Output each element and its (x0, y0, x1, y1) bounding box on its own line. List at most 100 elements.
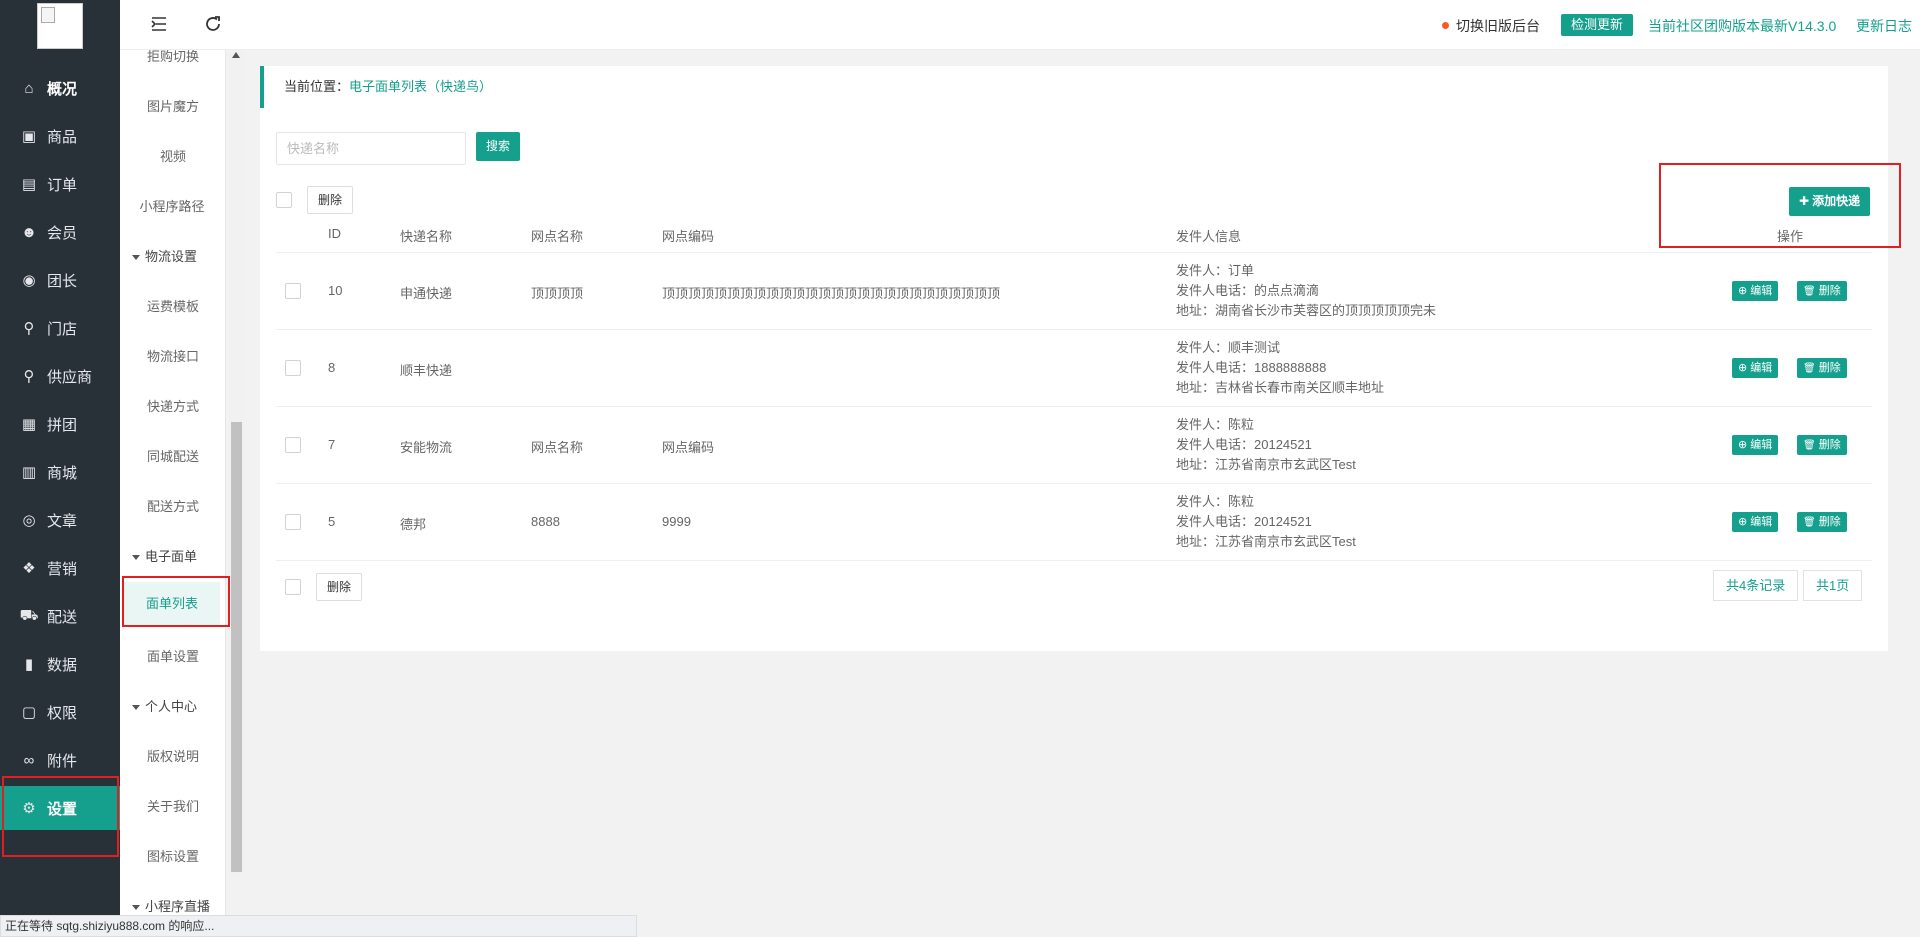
submenu-item[interactable]: 面单设置 (120, 646, 225, 665)
sidebar-item-label: 商城 (47, 464, 78, 482)
group-buy-icon: ▦ (21, 416, 37, 433)
switch-old-admin-link[interactable]: 切换旧版后台 (1442, 16, 1540, 36)
edit-button[interactable]: ⊕ 编辑 (1732, 358, 1779, 378)
submenu-item[interactable]: 小程序路径 (120, 196, 225, 215)
sidebar-item-4[interactable]: ◉ 团长 (0, 258, 120, 302)
store-icon: ⚲ (23, 320, 35, 337)
search-input[interactable] (276, 132, 466, 165)
bulk-delete-button-top[interactable]: 删除 (307, 186, 354, 214)
sidebar-item-label: 概况 (47, 80, 78, 98)
home-icon: ⌂ (24, 79, 34, 97)
submenu-group[interactable]: 个人中心 (132, 696, 197, 715)
row-checkbox[interactable] (285, 283, 301, 299)
sidebar-item-0[interactable]: ⌂ 概况 (0, 66, 120, 110)
submenu-item[interactable]: 运费模板 (120, 296, 225, 315)
refresh-icon[interactable] (204, 15, 224, 35)
delete-button[interactable]: 🗑 删除 (1797, 512, 1847, 532)
cell-sender-name: 发件人：陈粒 (1176, 494, 1255, 509)
link-icon: ∞ (23, 751, 35, 769)
submenu-item[interactable]: 物流接口 (120, 346, 225, 365)
th-id: ID (328, 226, 341, 241)
sidebar-item-3[interactable]: ☻ 会员 (0, 210, 120, 254)
switch-old-admin-label: 切换旧版后台 (1456, 18, 1540, 34)
submenu-item[interactable]: 版权说明 (120, 746, 225, 765)
edit-button[interactable]: ⊕ 编辑 (1732, 281, 1779, 301)
edit-button[interactable]: ⊕ 编辑 (1732, 435, 1779, 455)
cell-branch-code: 顶顶顶顶顶顶顶顶顶顶顶顶顶顶顶顶顶顶顶顶顶顶顶顶顶顶 (662, 286, 1001, 301)
sidebar-item-label: 权限 (47, 704, 78, 722)
table-row (276, 483, 1872, 560)
submenu-group-label: 个人中心 (145, 699, 198, 714)
changelog-link[interactable]: 更新日志 (1856, 16, 1912, 36)
edit-label: 编辑 (1750, 516, 1773, 528)
sidebar-item-11[interactable]: ⛟ 配送 (0, 594, 120, 638)
trash-icon: 🗑 (1803, 363, 1816, 374)
cell-branch-name: 顶顶顶顶 (531, 286, 584, 301)
submenu-item[interactable]: 图片魔方 (120, 96, 225, 115)
compass-icon: ◎ (22, 512, 36, 529)
sidebar-item-8[interactable]: ▥ 商城 (0, 450, 120, 494)
submenu-item[interactable]: 视频 (120, 146, 225, 165)
submenu-item[interactable]: 关于我们 (120, 796, 225, 815)
submenu-item[interactable]: 同城配送 (120, 446, 225, 465)
trash-icon: 🗑 (1803, 286, 1816, 297)
logo[interactable] (37, 3, 83, 49)
collapse-menu-icon[interactable] (150, 15, 170, 35)
sub-menu: 拒购切换 图片魔方 视频 小程序路径 物流设置 运费模板 物流接口 快递方式 同城配送 配送方式电… (120, 0, 226, 937)
sidebar-item-9[interactable]: ◎ 文章 (0, 498, 120, 542)
broken-image-icon (41, 7, 55, 23)
th-name: 快递名称 (400, 229, 453, 244)
delete-button[interactable]: 🗑 删除 (1797, 435, 1847, 455)
sidebar-item-2[interactable]: ▤ 订单 (0, 162, 120, 206)
sidebar-item-5[interactable]: ⚲ 门店 (0, 306, 120, 350)
sidebar-item-10[interactable]: ❖ 营销 (0, 546, 120, 590)
cell-branch-code: 9999 (662, 514, 691, 529)
select-all-checkbox-bottom[interactable] (285, 579, 301, 595)
pager-total: 共4条记录 (1713, 570, 1799, 601)
sidebar-item-1[interactable]: ▣ 商品 (0, 114, 120, 158)
table-bottom-border (276, 560, 1872, 561)
scroll-up-arrow-icon[interactable] (232, 52, 240, 58)
cell-sender-phone: 发件人电话：20124521 (1176, 514, 1312, 529)
sidebar-item-label: 订单 (47, 176, 78, 194)
submenu-item[interactable]: 配送方式 (120, 496, 225, 515)
breadcrumb-current[interactable]: 电子面单列表（快递鸟） (349, 79, 492, 94)
row-checkbox[interactable] (285, 360, 301, 376)
edit-label: 编辑 (1750, 362, 1773, 374)
sidebar-item-label: 门店 (47, 320, 78, 338)
highlight-box-submenu (122, 576, 230, 627)
delete-label: 删除 (1818, 362, 1841, 374)
edit-label: 编辑 (1750, 285, 1773, 297)
submenu-item[interactable]: 图标设置 (120, 846, 225, 865)
row-checkbox[interactable] (285, 514, 301, 530)
cell-branch-name: 8888 (531, 514, 560, 529)
cell-sender-phone: 发件人电话：的点点滴滴 (1176, 283, 1320, 298)
version-text[interactable]: 当前社区团购版本最新V14.3.0 (1648, 16, 1836, 36)
submenu-item[interactable]: 快递方式 (120, 396, 225, 415)
submenu-group[interactable]: 电子面单 (132, 546, 197, 565)
submenu-group[interactable]: 物流设置 (132, 246, 197, 265)
sidebar-item-12[interactable]: ▮ 数据 (0, 642, 120, 686)
edit-button[interactable]: ⊕ 编辑 (1732, 512, 1779, 532)
sidebar-item-7[interactable]: ▦ 拼团 (0, 402, 120, 446)
submenu-group[interactable]: 小程序直播 (132, 896, 210, 915)
caret-down-icon (132, 705, 140, 711)
select-all-checkbox[interactable] (276, 192, 292, 208)
breadcrumb: 当前位置：电子面单列表（快递鸟） (260, 66, 1888, 108)
top-bar: 切换旧版后台 检测更新 当前社区团购版本最新V14.3.0 更新日志 退出 (120, 0, 1920, 50)
check-update-button[interactable]: 检测更新 (1561, 14, 1634, 36)
delete-button[interactable]: 🗑 删除 (1797, 358, 1847, 378)
submenu-scroll-thumb[interactable] (231, 422, 242, 872)
delete-button[interactable]: 🗑 删除 (1797, 281, 1847, 301)
sidebar-item-13[interactable]: ▢ 权限 (0, 690, 120, 734)
search-button[interactable]: 搜索 (476, 132, 520, 161)
sidebar-item-6[interactable]: ⚲ 供应商 (0, 354, 120, 398)
th-sender: 发件人信息 (1176, 229, 1242, 244)
mall-icon: ▥ (21, 464, 37, 481)
cell-id: 5 (328, 514, 336, 529)
row-checkbox[interactable] (285, 437, 301, 453)
status-dot-icon (1442, 21, 1449, 29)
bulk-delete-button-bottom[interactable]: 删除 (316, 573, 363, 601)
cell-id: 10 (328, 283, 343, 298)
cell-branch-code: 网点编码 (662, 440, 715, 455)
